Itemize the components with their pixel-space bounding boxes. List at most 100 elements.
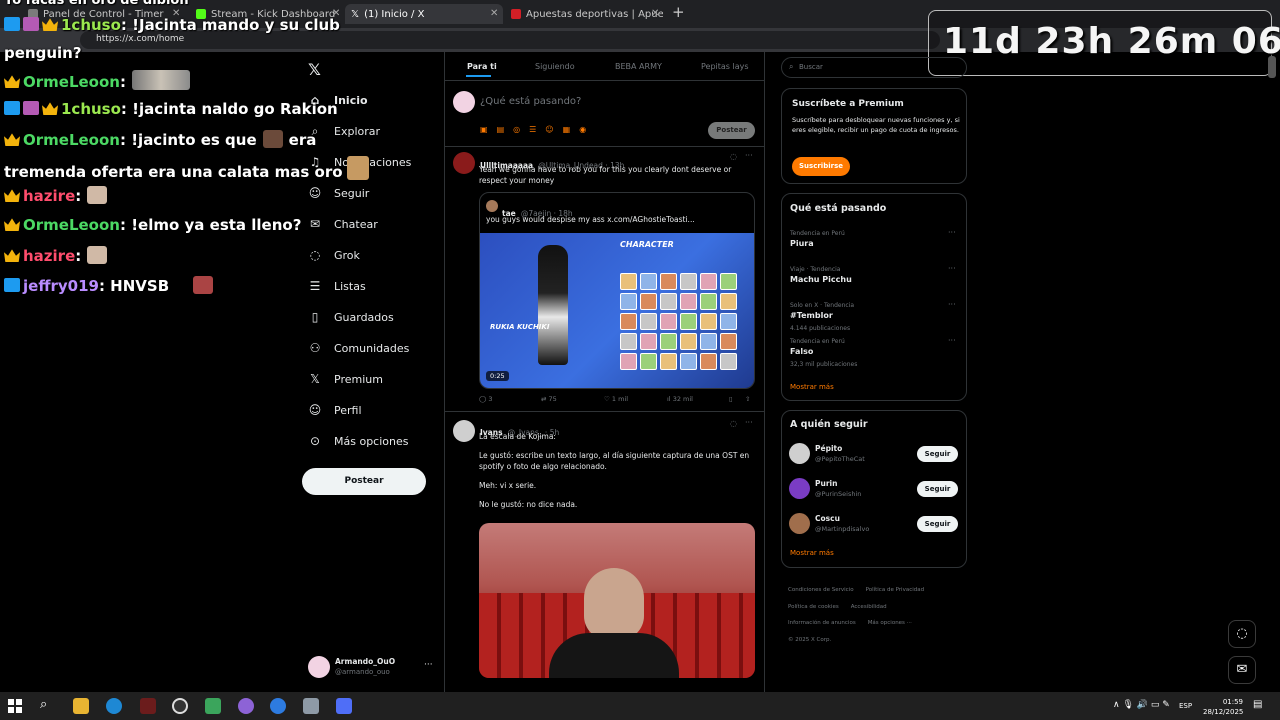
nav-item-premium[interactable]: 𝕏 Premium (308, 372, 383, 386)
footer-link[interactable]: Política de Privacidad (866, 584, 925, 597)
bookmark-icon[interactable]: ▯ (729, 395, 733, 403)
grok-icon[interactable]: ◌ (730, 152, 737, 161)
mic-icon[interactable]: 🎙 (1122, 700, 1133, 710)
footer-link[interactable]: Condiciones de Servicio (788, 584, 854, 597)
follow-name[interactable]: Coscu (815, 514, 840, 523)
chat-username[interactable]: 1chuso (61, 100, 121, 118)
post-photo[interactable] (479, 523, 755, 678)
trend-name[interactable]: #Temblor (790, 311, 833, 320)
reply-button[interactable]: ◯ 3 (479, 395, 492, 403)
gif-icon[interactable]: ▤ (497, 125, 505, 134)
poll-icon[interactable]: ☰ (529, 125, 536, 134)
chat-username[interactable]: hazire (23, 187, 75, 205)
account-name[interactable]: Armando_OuO (335, 657, 395, 666)
quote-video[interactable]: CHARACTER RUKIA KUCHIKI 0:25 (480, 233, 754, 388)
footer-link[interactable]: Política de cookies (788, 601, 839, 614)
trends-show-more-link[interactable]: Mostrar más (790, 383, 834, 391)
app-icon[interactable] (303, 698, 319, 714)
follow-button[interactable]: Seguir (917, 446, 958, 462)
composer-post-button[interactable]: Postear (708, 122, 755, 139)
chevron-up-icon[interactable]: ∧ (1113, 700, 1120, 710)
app-icon[interactable] (336, 698, 352, 714)
chat-username[interactable]: OrmeLeoon (23, 216, 120, 234)
trend-name[interactable]: Falso (790, 347, 813, 356)
x-logo-icon[interactable]: 𝕏 (308, 60, 321, 79)
more-icon[interactable]: ··· (948, 228, 956, 237)
discord-icon[interactable] (238, 698, 254, 714)
clock[interactable]: 01:59 28/12/2025 (1203, 697, 1243, 717)
messages-float-icon[interactable]: ✉ (1228, 656, 1256, 684)
scrollbar-thumb[interactable] (1268, 56, 1276, 78)
grok-icon[interactable]: ◌ (730, 419, 737, 428)
close-tab-icon[interactable]: ✕ (651, 8, 659, 19)
post-button[interactable]: Postear (302, 468, 426, 495)
tab-beba-army[interactable]: BEBA ARMY (615, 62, 662, 71)
nav-item-explorar[interactable]: ⌕ Explorar (308, 124, 380, 138)
avatar[interactable] (789, 513, 810, 534)
nav-item-guardados[interactable]: ▯ Guardados (308, 310, 394, 324)
avatar[interactable] (789, 443, 810, 464)
follow-name[interactable]: Purin (815, 479, 837, 488)
compose-input[interactable]: ¿Qué está pasando? (480, 96, 581, 107)
avatar[interactable] (453, 420, 475, 442)
search-icon[interactable]: ⌕ (40, 697, 47, 712)
chat-username[interactable]: hazire (23, 247, 75, 265)
trend-name[interactable]: Machu Picchu (790, 275, 852, 284)
nav-item-listas[interactable]: ☰ Listas (308, 279, 366, 293)
repost-button[interactable]: ⇄ 75 (541, 395, 557, 403)
avatar[interactable] (453, 152, 475, 174)
avatar[interactable] (789, 478, 810, 499)
schedule-icon[interactable]: ▦ (563, 125, 571, 134)
app-icon[interactable] (205, 698, 221, 714)
views-button[interactable]: ıl 32 mil (667, 395, 693, 403)
more-icon[interactable]: ··· (745, 418, 753, 427)
close-tab-icon[interactable]: ✕ (490, 8, 498, 19)
like-button[interactable]: ♡ 1 mil (604, 395, 628, 403)
chat-username[interactable]: jeffry019 (23, 277, 99, 295)
footer-link[interactable]: Más opciones ··· (868, 617, 912, 630)
tab-apuestas[interactable]: Apuestas deportivas | Apuestas on (505, 4, 663, 24)
network-icon[interactable]: ▭ (1151, 700, 1160, 710)
more-icon[interactable]: ··· (948, 264, 956, 273)
nav-item-más-opciones[interactable]: ⊙ Más opciones (308, 434, 409, 448)
trend-name[interactable]: Piura (790, 239, 814, 248)
footer-link[interactable]: Información de anuncios (788, 617, 856, 630)
app-icon[interactable] (140, 698, 156, 714)
chat-username[interactable]: OrmeLeoon (23, 73, 120, 91)
more-icon[interactable]: ··· (745, 151, 753, 160)
search-box[interactable]: ⌕ Buscar (781, 57, 967, 78)
nav-item-chatear[interactable]: ✉ Chatear (308, 217, 378, 231)
share-icon[interactable]: ⇧ (745, 395, 750, 403)
follow-button[interactable]: Seguir (917, 516, 958, 532)
edge-icon[interactable] (106, 698, 122, 714)
nav-item-grok[interactable]: ◌ Grok (308, 248, 360, 262)
quote-card[interactable]: tae @7aejin · 18h you guys would despise… (479, 192, 755, 389)
tab-siguiendo[interactable]: Siguiendo (535, 62, 575, 71)
new-tab-icon[interactable]: + (672, 3, 685, 21)
footer-link[interactable]: Accesibilidad (851, 601, 887, 614)
volume-icon[interactable]: 🔊 (1137, 700, 1148, 710)
nav-item-comunidades[interactable]: ⚇ Comunidades (308, 341, 410, 355)
start-icon[interactable] (8, 699, 22, 713)
tab-pepitas-lays[interactable]: Pepitas lays (701, 62, 749, 71)
obs-icon[interactable] (172, 698, 188, 714)
chat-username[interactable]: 1chuso (61, 16, 121, 34)
tray-icons[interactable]: ∧ 🎙 🔊 ▭ ✎ (1113, 700, 1170, 710)
emoji-icon[interactable]: ☺ (545, 125, 553, 134)
more-icon[interactable]: ··· (948, 300, 956, 309)
subscribe-button[interactable]: Suscribirse (792, 157, 850, 176)
follow-show-more-link[interactable]: Mostrar más (790, 549, 834, 557)
tab-para-ti[interactable]: Para ti (467, 62, 497, 71)
chat-username[interactable]: OrmeLeoon (23, 131, 120, 149)
grok-float-icon[interactable]: ◌ (1228, 620, 1256, 648)
tab-x-home[interactable]: 𝕏 (1) Inicio / X (345, 4, 503, 24)
file-explorer-icon[interactable] (73, 698, 89, 714)
pen-icon[interactable]: ✎ (1162, 700, 1170, 710)
app-icon[interactable] (270, 698, 286, 714)
follow-button[interactable]: Seguir (917, 481, 958, 497)
grok-icon[interactable]: ◎ (513, 125, 520, 134)
notification-icon[interactable]: ▤ (1253, 699, 1262, 710)
image-icon[interactable]: ▣ (480, 125, 488, 134)
more-icon[interactable]: ··· (948, 336, 956, 345)
location-icon[interactable]: ◉ (579, 125, 586, 134)
